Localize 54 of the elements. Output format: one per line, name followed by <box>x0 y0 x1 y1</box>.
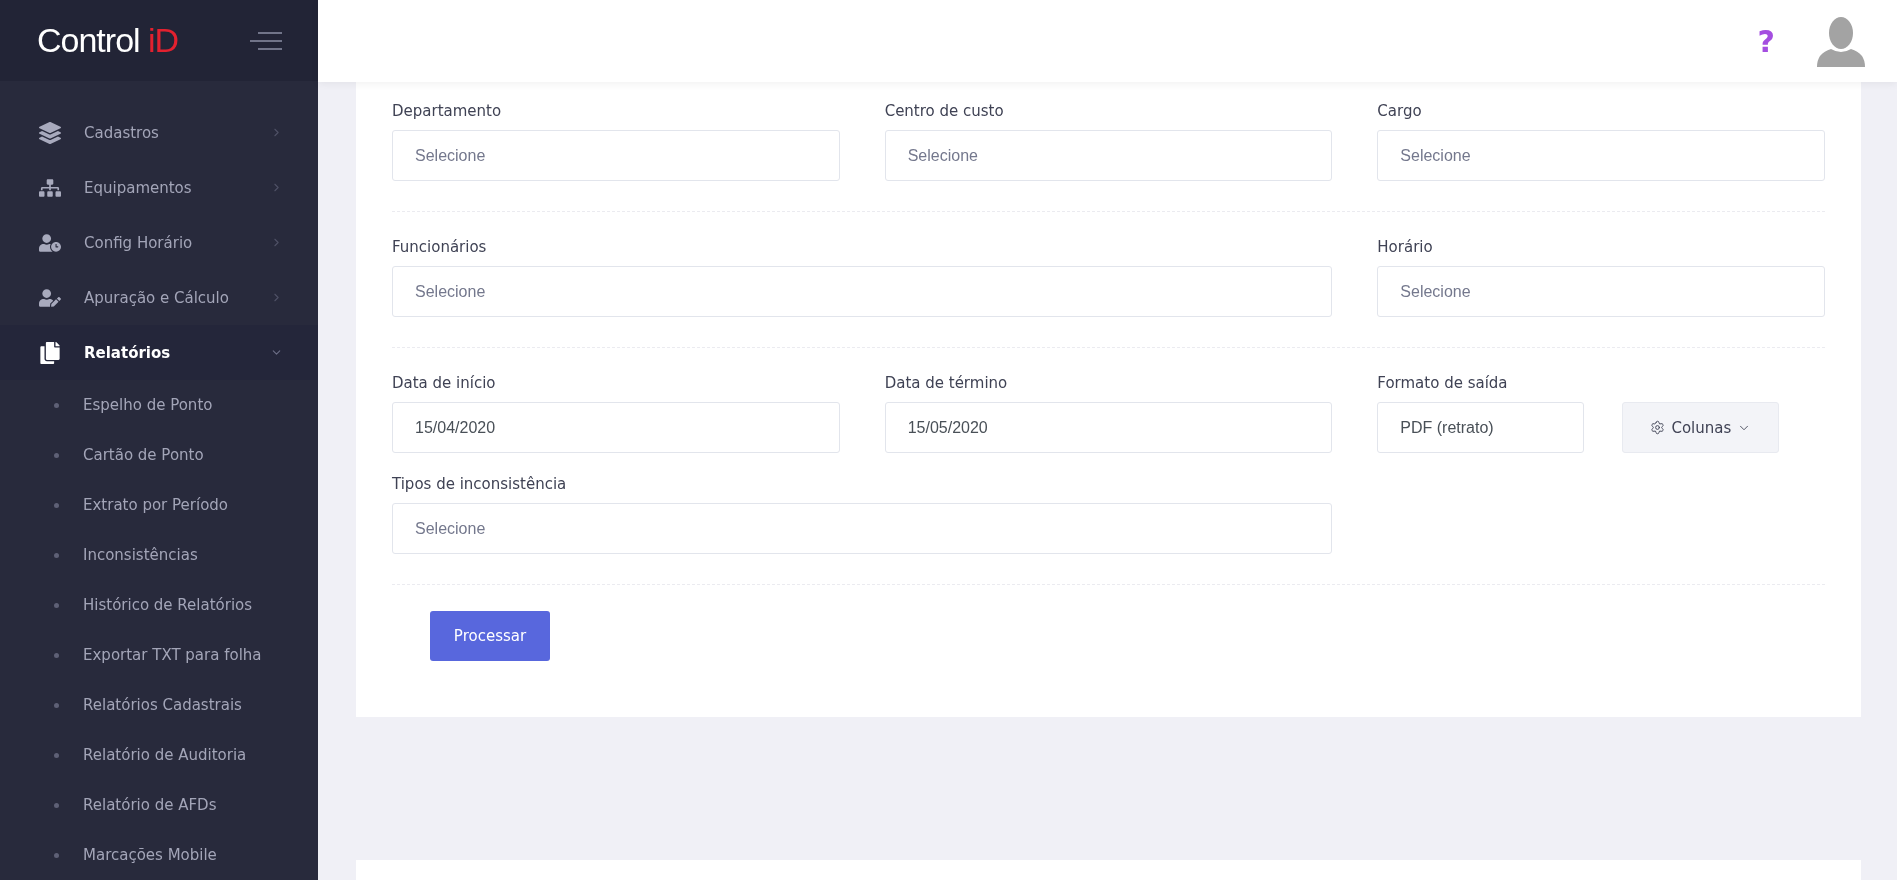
field-label: Funcionários <box>392 238 488 256</box>
bullet-icon <box>54 852 59 858</box>
sidebar-item[interactable]: Relatórios <box>0 325 318 380</box>
process-button[interactable]: Processar <box>430 611 550 661</box>
select-field[interactable]: Selecione <box>1377 130 1825 181</box>
select-field[interactable]: Selecione <box>392 130 840 181</box>
layers-icon <box>36 121 64 144</box>
bullet-icon <box>54 402 59 408</box>
select-field[interactable]: 15/05/2020 <box>884 402 1333 453</box>
sidebar-subitem[interactable]: Histórico de Relatórios <box>0 580 318 630</box>
bullet-icon <box>54 452 59 458</box>
bullet-icon <box>54 602 59 608</box>
sidebar-subitem[interactable]: Extrato por Período <box>0 480 318 530</box>
field-label: Data de início <box>392 374 497 392</box>
sidebar-subitem[interactable]: Relatório de AFDs <box>0 780 318 830</box>
sidebar-subitem[interactable]: Cartão de Ponto <box>0 430 318 480</box>
bullet-icon <box>54 502 59 508</box>
select-field[interactable]: Selecione <box>392 503 1333 554</box>
field-label: Centro de custo <box>884 102 1005 120</box>
user-clock-icon <box>36 231 64 254</box>
bullet-icon <box>54 652 59 658</box>
bullet-icon <box>54 702 59 708</box>
sidebar-subitem[interactable]: Marcações Mobile <box>0 830 318 880</box>
field-label: Formato de saída <box>1377 374 1509 392</box>
settings-icon <box>1650 420 1666 435</box>
field-label: Data de término <box>884 374 1009 392</box>
sidebar-item[interactable]: Apuração e Cálculo <box>0 270 318 325</box>
user-edit-icon <box>36 286 64 309</box>
avatar-icon[interactable] <box>1815 15 1867 67</box>
select-field[interactable]: Selecione <box>392 266 1333 317</box>
help-icon[interactable]: ? <box>1757 23 1775 59</box>
sidebar-item[interactable]: Config Horário <box>0 215 318 270</box>
field-label: Horário <box>1377 238 1434 256</box>
sidebar-subitem[interactable]: Espelho de Ponto <box>0 380 318 430</box>
field-label: Cargo <box>1377 102 1423 120</box>
select-field[interactable]: PDF (retrato) <box>1377 402 1585 453</box>
select-field[interactable]: Selecione <box>1377 266 1825 317</box>
bullet-icon <box>54 802 59 808</box>
sidebar-subitem[interactable]: Inconsistências <box>0 530 318 580</box>
select-field[interactable]: Selecione <box>884 130 1333 181</box>
sitemap-icon <box>36 176 64 199</box>
field-label: Departamento <box>392 102 503 120</box>
sidebar-item[interactable]: Equipamentos <box>0 160 318 215</box>
menu-icon[interactable] <box>250 30 282 51</box>
columns-button[interactable]: Colunas <box>1622 402 1780 453</box>
logo: Control iD <box>37 21 179 60</box>
bullet-icon <box>54 752 59 758</box>
sidebar-subitem[interactable]: Relatórios Cadastrais <box>0 680 318 730</box>
field-label: Tipos de inconsistência <box>392 475 568 493</box>
select-field[interactable]: 15/04/2020 <box>392 402 840 453</box>
sidebar-subitem[interactable]: Exportar TXT para folha <box>0 630 318 680</box>
sidebar-subitem[interactable]: Relatório de Auditoria <box>0 730 318 780</box>
bullet-icon <box>54 552 59 558</box>
sidebar-item[interactable]: Cadastros <box>0 105 318 160</box>
